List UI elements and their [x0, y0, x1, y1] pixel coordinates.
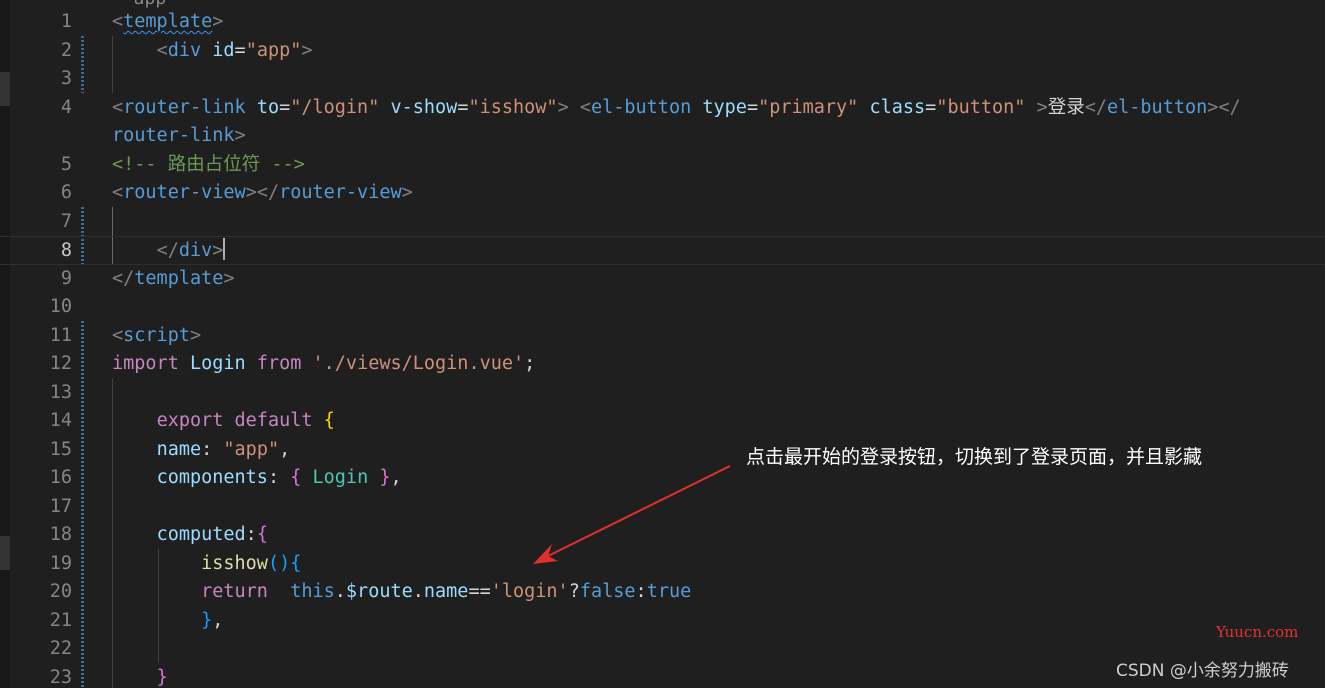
code-line[interactable]: 17	[0, 493, 1325, 522]
code-line[interactable]: 3	[0, 65, 1325, 94]
line-number: 7	[60, 210, 72, 232]
line-number: 19	[49, 552, 72, 574]
line-number: 16	[49, 467, 72, 488]
line-number: 21	[49, 609, 72, 631]
code-line[interactable]: 18 computed:{	[0, 521, 1325, 550]
code-line[interactable]: 9 </template>	[0, 265, 1325, 294]
line-number: 4	[60, 96, 72, 118]
line-number: 18	[49, 524, 72, 545]
code-line[interactable]: 14 export default {	[0, 407, 1325, 436]
code-line[interactable]: 21 },	[0, 607, 1325, 636]
code-line[interactable]: 2 <div id="app">	[0, 37, 1325, 66]
csdn-watermark: CSDN @小余努力搬砖	[1116, 661, 1289, 681]
line-number: 13	[49, 381, 72, 403]
line-number: 6	[60, 182, 72, 203]
code-line[interactable]: 5 <!-- 路由占位符 -->	[0, 151, 1325, 180]
line-number: 17	[49, 495, 72, 517]
line-number: 22	[49, 638, 72, 659]
line-number: 8	[60, 240, 72, 261]
code-line-wrap[interactable]: router-link>	[0, 122, 1325, 151]
line-number: 23	[49, 666, 72, 688]
text-cursor	[223, 238, 226, 260]
line-number: 2	[60, 39, 72, 61]
code-line[interactable]: 6 <router-view></router-view>	[0, 179, 1325, 208]
annotation-text: 点击最开始的登录按钮，切换到了登录页面，并且影藏	[746, 446, 1203, 468]
code-line[interactable]: 11 <script>	[0, 322, 1325, 351]
line-number: 15	[49, 438, 72, 460]
code-line[interactable]: 1 <template>	[0, 8, 1325, 37]
code-line[interactable]: 20 return this.$route.name=='login'?fals…	[0, 578, 1325, 607]
line-number: 5	[60, 153, 72, 175]
line-number: 14	[49, 410, 72, 431]
code-line[interactable]: 12 import Login from './views/Login.vue'…	[0, 350, 1325, 379]
site-watermark: Yuucn.com	[1216, 623, 1299, 641]
line-number: 11	[49, 324, 72, 346]
line-number: 1	[60, 11, 72, 32]
code-line[interactable]: 10	[0, 293, 1325, 322]
line-number: 3	[60, 68, 72, 89]
code-line-current[interactable]: 8 </div>	[0, 236, 1325, 265]
code-line[interactable]: 4 <router-link to="/login" v-show="issho…	[0, 94, 1325, 123]
code-line[interactable]: 19 isshow(){	[0, 550, 1325, 579]
code-line[interactable]: 13	[0, 379, 1325, 408]
line-number: 20	[49, 581, 72, 602]
code-line[interactable]: 7	[0, 208, 1325, 237]
line-number: 12	[49, 353, 72, 374]
line-number: 9	[60, 267, 72, 289]
code-editor[interactable]: app 1 <template> 2 <div id="app"> 3 4 <r…	[0, 0, 1325, 688]
line-number: 10	[49, 296, 72, 317]
